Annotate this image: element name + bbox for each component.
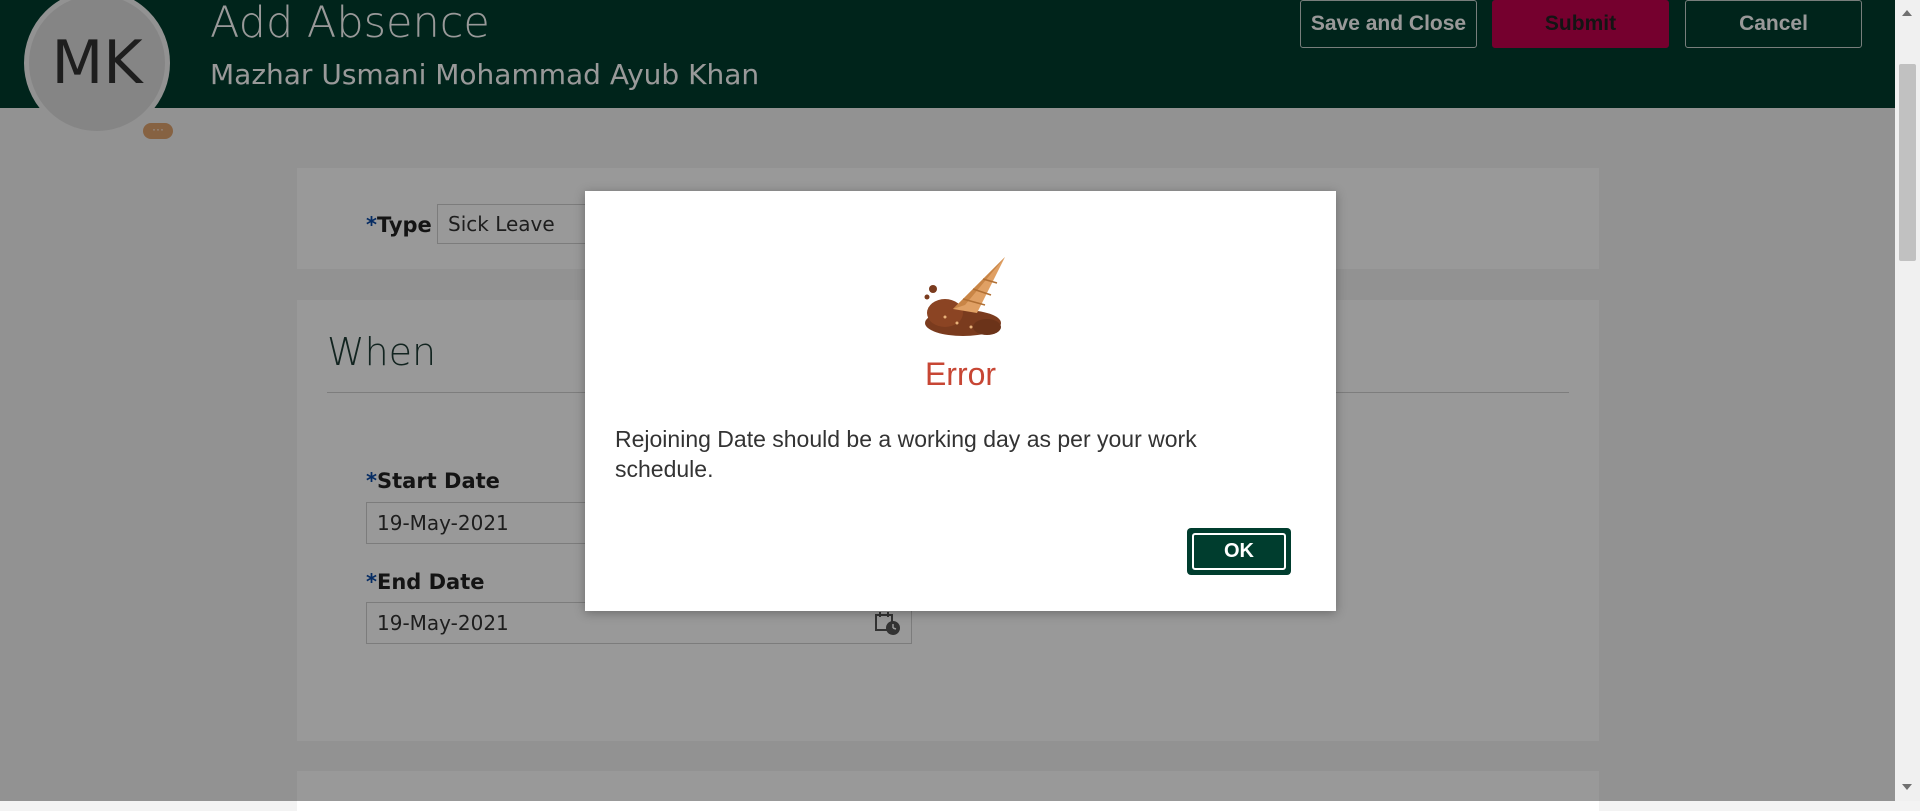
scroll-thumb[interactable] bbox=[1899, 64, 1916, 261]
dropped-ice-cream-icon bbox=[924, 257, 1005, 336]
dialog-title: Error bbox=[924, 356, 997, 392]
scroll-down-arrow-icon[interactable] bbox=[1902, 784, 1912, 790]
ok-button[interactable]: OK bbox=[1187, 528, 1291, 575]
ok-button-label: OK bbox=[1192, 533, 1286, 570]
error-dialog: Error Rejoining Date should be a working… bbox=[585, 191, 1336, 611]
vertical-scrollbar[interactable] bbox=[1895, 0, 1920, 801]
scroll-up-arrow-icon[interactable] bbox=[1902, 10, 1912, 16]
dialog-message: Rejoining Date should be a working day a… bbox=[615, 426, 1197, 482]
